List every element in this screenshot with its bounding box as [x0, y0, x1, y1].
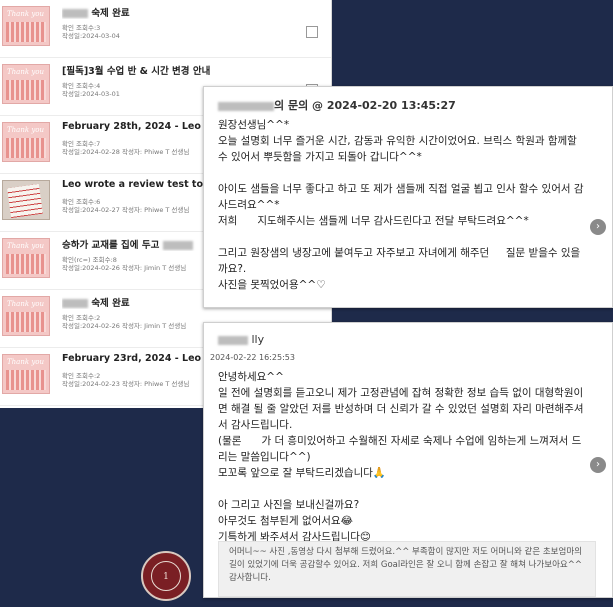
academy-seal-logo: 1 — [141, 551, 191, 601]
seal-emblem: 1 — [151, 561, 181, 591]
thank-you-thumbnail: Thank you — [2, 64, 50, 104]
thank-you-thumbnail: Thank you — [2, 238, 50, 278]
select-checkbox[interactable] — [306, 26, 318, 38]
chevron-right-icon[interactable]: › — [590, 457, 606, 473]
inquiry-body: 원장선생님^^* 오늘 설명회 너무 즐거운 시간, 감동과 유익한 시간이었어… — [218, 119, 584, 291]
thank-you-thumbnail: Thank you — [2, 122, 50, 162]
chevron-right-icon[interactable]: › — [590, 219, 606, 235]
comment-body: 안녕하세요^^ 일 전에 설명회를 듣고오니 제가 고정관념에 잡혀 정확한 정… — [218, 371, 584, 543]
thank-you-thumbnail: Thank you — [2, 296, 50, 336]
thank-you-thumbnail: Thank you — [2, 354, 50, 394]
list-item[interactable]: Thank you 숙제 완료 확인 조회수:3 작성일:2024-03-04 — [0, 0, 331, 58]
list-item-title[interactable]: 숙제 완료 — [62, 5, 302, 19]
comment-author: lly — [218, 333, 264, 346]
inquiry-header: 의 문의 @ 2024-02-20 13:45:27 — [218, 97, 456, 113]
list-item-title[interactable]: [필독]3월 수업 반 & 시간 변경 안내 — [62, 63, 302, 77]
thank-you-thumbnail: Thank you — [2, 6, 50, 46]
inquiry-card: 의 문의 @ 2024-02-20 13:45:27 원장선생님^^* 오늘 설… — [203, 86, 613, 308]
review-test-photo-thumbnail — [2, 180, 50, 220]
reply-box: 어머니~~ 사진 ,동영상 다시 첨부해 드렸어요.^^ 부족함이 많지만 저도… — [218, 541, 596, 597]
comment-date: 2024-02-22 16:25:53 — [210, 353, 295, 362]
list-item-date: 작성일:2024-03-04 — [62, 32, 120, 40]
comment-card: lly 2024-02-22 16:25:53 안녕하세요^^ 일 전에 설명회… — [203, 322, 613, 598]
